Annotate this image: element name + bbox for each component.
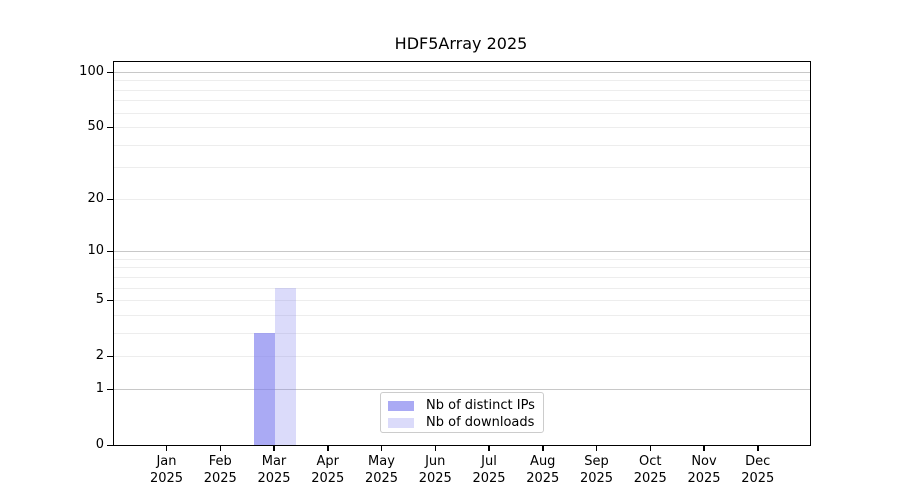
x-tick-apr xyxy=(327,445,329,451)
x-tick-month: Mar xyxy=(261,454,287,469)
x-tick-year: 2025 xyxy=(472,471,506,486)
x-tick-nov xyxy=(703,445,705,451)
legend-label-distinct-ips: Nb of distinct IPs xyxy=(426,398,535,413)
x-tick-month: Aug xyxy=(530,454,556,469)
x-tick-year: 2025 xyxy=(418,471,452,486)
y-tick-label-2: 2 xyxy=(95,347,104,363)
x-tick-month: Apr xyxy=(316,454,340,469)
gridline-minor-70 xyxy=(114,100,810,102)
x-tick-month: Nov xyxy=(691,454,717,469)
gridline-minor-90 xyxy=(114,80,810,82)
gridline-minor-50 xyxy=(114,127,810,129)
x-tick-sep xyxy=(595,445,598,451)
plot-area: Nb of distinct IPs Nb of downloads xyxy=(113,61,811,446)
gridline-major-100 xyxy=(114,72,810,73)
x-tick-label-oct: Oct 2025 xyxy=(620,453,680,487)
gridline-minor-2 xyxy=(114,356,810,358)
x-tick-label-feb: Feb 2025 xyxy=(190,453,250,487)
x-tick-year: 2025 xyxy=(311,471,345,486)
y-tick-5 xyxy=(107,299,113,302)
x-tick-label-mar: Mar 2025 xyxy=(244,453,304,487)
y-tick-label-10: 10 xyxy=(87,242,104,258)
legend-label-downloads: Nb of downloads xyxy=(426,415,535,430)
legend: Nb of distinct IPs Nb of downloads xyxy=(380,392,544,433)
y-tick-label-1: 1 xyxy=(95,380,104,396)
x-tick-month: Feb xyxy=(208,454,232,469)
x-tick-month: Jul xyxy=(481,454,497,469)
x-tick-aug xyxy=(542,445,544,451)
gridline-minor-6 xyxy=(114,287,810,289)
y-tick-0 xyxy=(107,444,113,447)
x-tick-label-jan: Jan 2025 xyxy=(137,453,197,487)
y-tick-1 xyxy=(107,388,113,391)
x-tick-year: 2025 xyxy=(203,471,237,486)
x-tick-label-jun: Jun 2025 xyxy=(405,453,465,487)
y-tick-20 xyxy=(107,198,113,201)
x-tick-month: Jun xyxy=(425,454,446,469)
y-tick-10 xyxy=(107,250,113,253)
x-tick-jun xyxy=(434,445,436,451)
bar-distinct-ips-mar xyxy=(254,332,275,445)
x-tick-feb xyxy=(219,445,221,451)
x-tick-dec xyxy=(757,445,759,451)
y-tick-100 xyxy=(107,71,113,74)
legend-swatch-distinct-ips-icon xyxy=(388,401,414,411)
y-tick-2 xyxy=(107,355,113,358)
legend-item-downloads: Nb of downloads xyxy=(388,415,535,431)
x-tick-month: Jan xyxy=(156,454,177,469)
gridline-minor-5 xyxy=(114,300,810,302)
gridline-minor-9 xyxy=(114,258,810,260)
x-tick-jan xyxy=(165,445,168,451)
y-tick-label-50: 50 xyxy=(87,118,104,134)
x-tick-jul xyxy=(488,445,490,451)
chart-figure: HDF5Array 2025 Nb of distinct IPs Nb of … xyxy=(0,0,900,500)
x-tick-year: 2025 xyxy=(364,471,399,486)
gridline-minor-20 xyxy=(114,198,810,200)
gridline-minor-4 xyxy=(114,314,810,316)
x-tick-label-sep: Sep 2025 xyxy=(567,453,627,487)
x-tick-mar xyxy=(273,445,275,451)
legend-item-distinct-ips: Nb of distinct IPs xyxy=(388,398,535,414)
x-tick-month: May xyxy=(368,454,395,469)
chart-title: HDF5Array 2025 xyxy=(394,34,528,53)
y-tick-label-5: 5 xyxy=(95,291,104,307)
x-tick-month: Dec xyxy=(745,454,771,469)
gridline-minor-40 xyxy=(114,144,810,146)
x-tick-oct xyxy=(649,445,651,451)
x-tick-label-dec: Dec 2025 xyxy=(728,453,788,487)
gridline-major-1 xyxy=(114,388,810,390)
x-tick-may xyxy=(380,445,383,451)
x-tick-label-apr: Apr 2025 xyxy=(298,453,358,487)
x-tick-year: 2025 xyxy=(741,471,775,486)
x-tick-year: 2025 xyxy=(633,471,667,486)
x-tick-label-may: May 2025 xyxy=(352,453,412,487)
x-tick-year: 2025 xyxy=(579,471,614,486)
x-tick-label-nov: Nov 2025 xyxy=(674,453,734,487)
gridline-minor-60 xyxy=(114,112,810,114)
y-tick-label-0: 0 xyxy=(95,436,104,452)
gridline-minor-8 xyxy=(114,267,810,269)
x-tick-label-aug: Aug 2025 xyxy=(513,453,573,487)
y-tick-50 xyxy=(107,126,113,129)
gridline-minor-7 xyxy=(114,276,810,278)
gridline-minor-80 xyxy=(114,89,810,91)
bar-downloads-mar xyxy=(275,287,296,445)
gridline-minor-30 xyxy=(114,167,810,169)
gridline-minor-3 xyxy=(114,332,810,334)
y-tick-label-100: 100 xyxy=(79,63,104,79)
x-tick-month: Sep xyxy=(584,454,609,469)
y-tick-label-20: 20 xyxy=(87,190,104,206)
x-tick-month: Oct xyxy=(639,454,662,469)
gridline-major-10 xyxy=(114,251,810,253)
x-tick-year: 2025 xyxy=(687,471,721,486)
x-tick-year: 2025 xyxy=(526,471,560,486)
x-tick-year: 2025 xyxy=(257,471,291,486)
x-tick-year: 2025 xyxy=(149,471,184,486)
x-tick-label-jul: Jul 2025 xyxy=(459,453,519,487)
legend-swatch-downloads-icon xyxy=(388,418,414,428)
